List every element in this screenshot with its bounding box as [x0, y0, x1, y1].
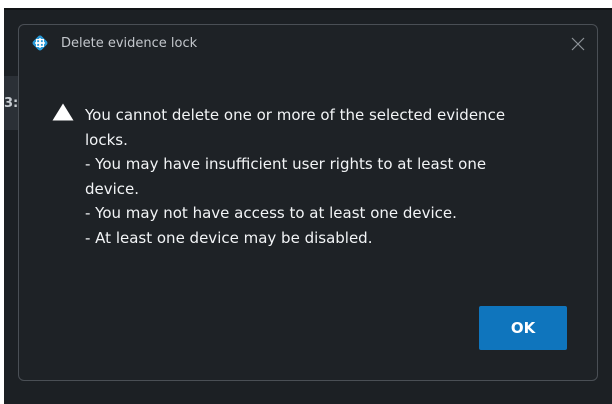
message-line: device. [85, 179, 140, 198]
delete-evidence-lock-dialog: Delete evidence lock You cannot delete o… [18, 24, 598, 381]
application-top-border [4, 8, 612, 10]
message-line: - You may have insufficient user rights … [85, 155, 487, 173]
message-line: - You may not have access to at least on… [85, 204, 457, 222]
close-icon [571, 37, 585, 51]
dialog-titlebar: Delete evidence lock [19, 25, 597, 65]
message-line: - At least one device may be disabled. [85, 228, 373, 247]
ok-button[interactable]: OK [479, 306, 567, 350]
warning-triangle-icon [52, 103, 74, 121]
screen: 3:3 Delete evidence lock You cannot dele… [0, 0, 612, 404]
message-line: locks. [85, 130, 128, 149]
message-line: You cannot delete one or more of the sel… [85, 106, 506, 124]
error-message: You cannot delete one or more of the sel… [85, 103, 575, 250]
app-logo-icon [32, 35, 48, 51]
dialog-title: Delete evidence lock [61, 36, 198, 51]
close-button[interactable] [567, 33, 589, 55]
